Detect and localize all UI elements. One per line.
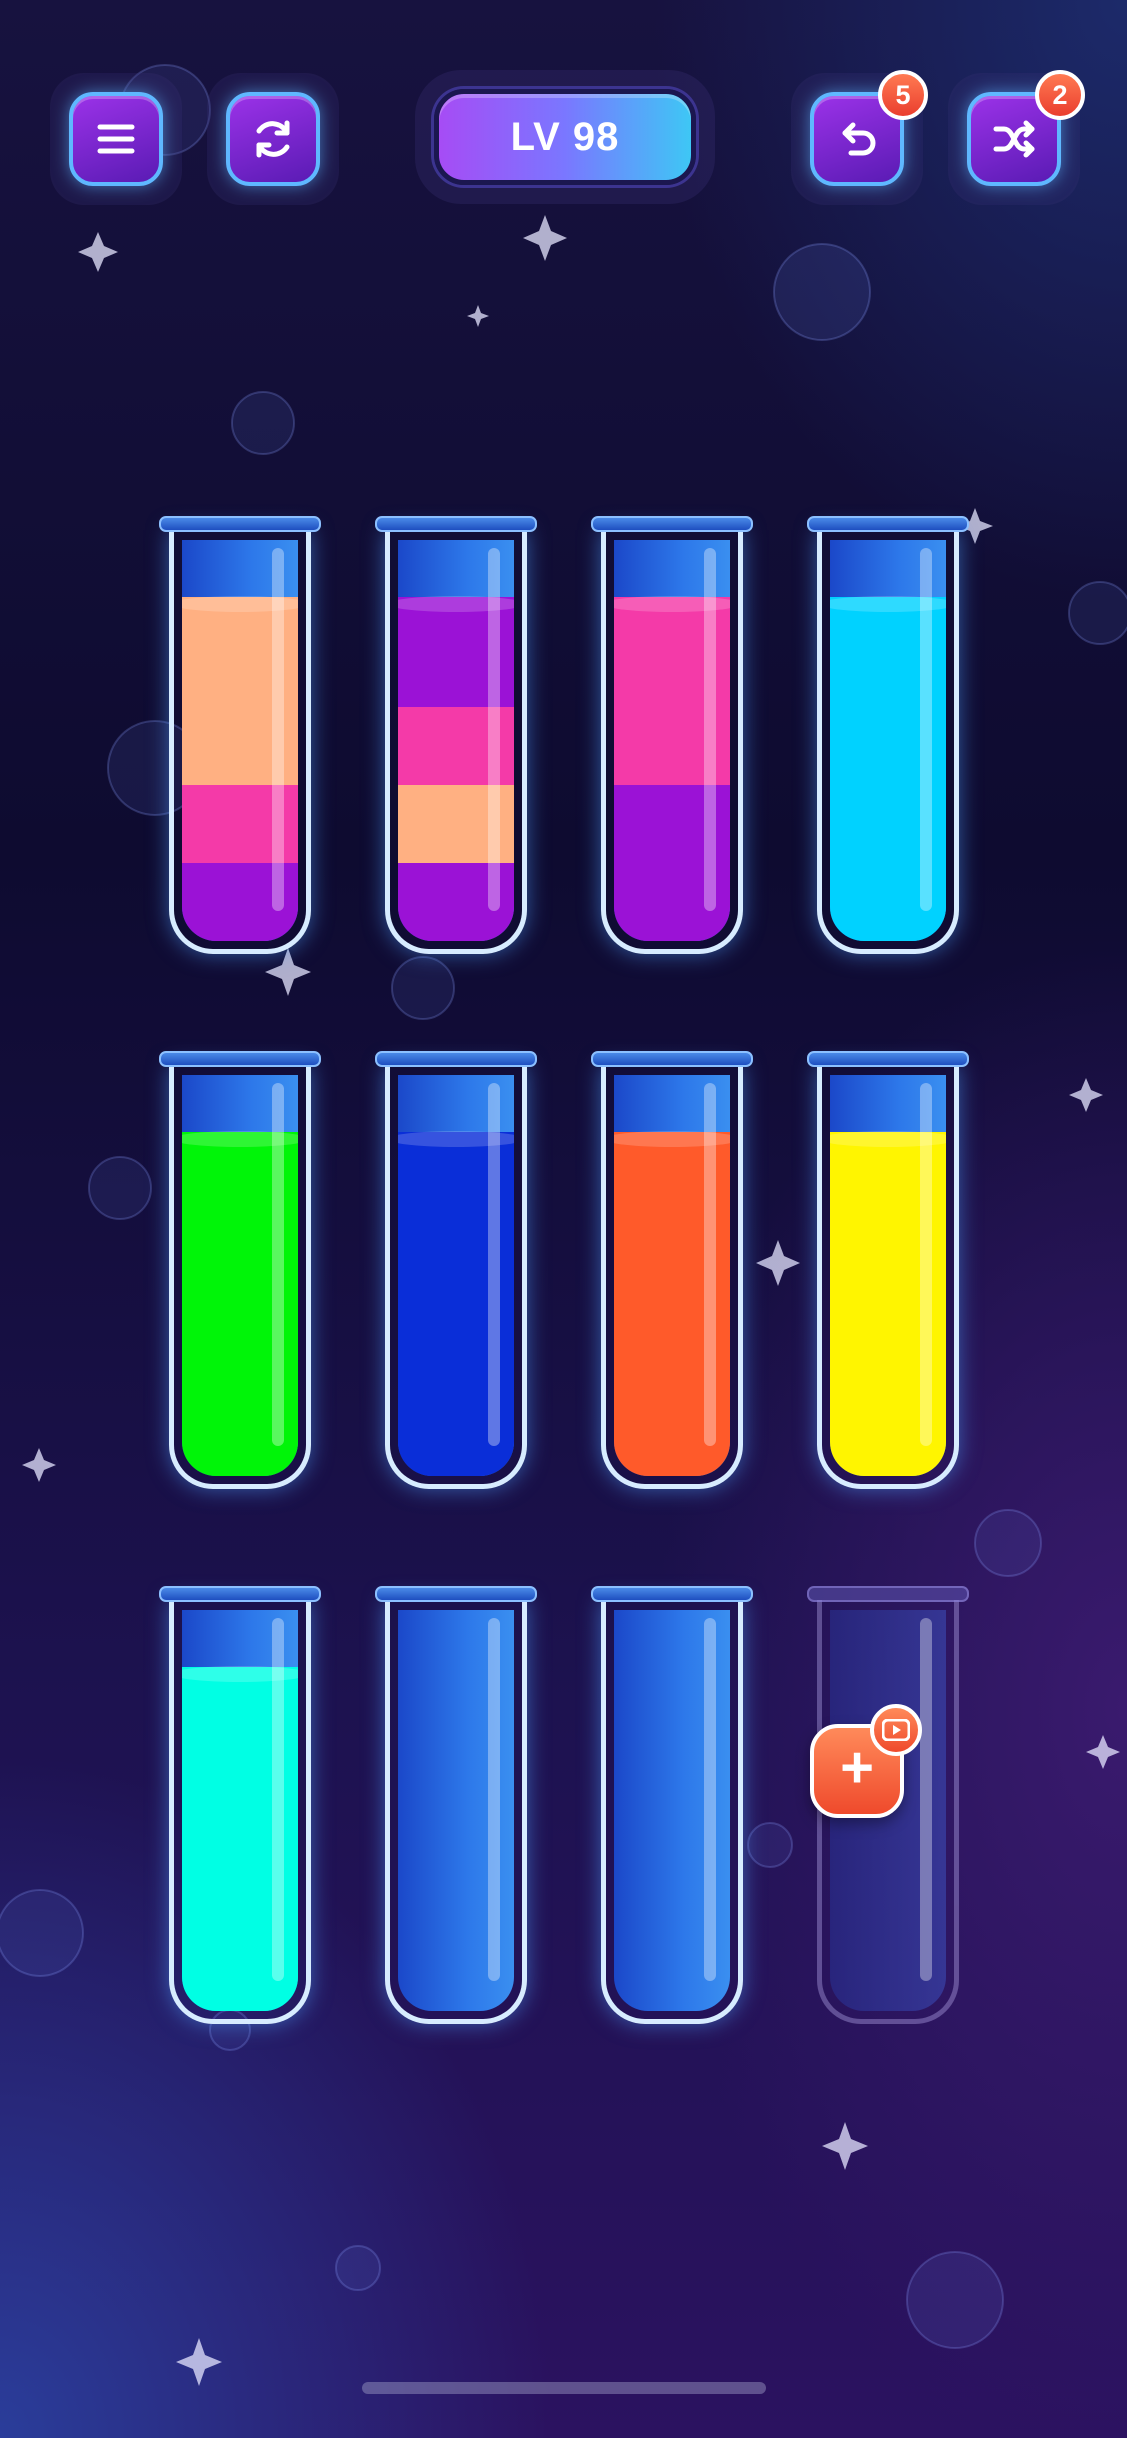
restart-icon: [256, 120, 290, 158]
tube-rim: [591, 1586, 753, 1602]
tube-rim: [375, 1586, 537, 1602]
glass-shine: [920, 1618, 932, 1981]
undo-icon: [842, 122, 876, 156]
tube-glass: [601, 1065, 743, 1489]
shuffle-button-frame: 2: [948, 70, 1085, 205]
restart-button[interactable]: [226, 92, 320, 186]
menu-button[interactable]: [69, 92, 163, 186]
tube-rim: [375, 516, 537, 532]
tube-rim: [807, 1051, 969, 1067]
shuffle-icon: [993, 120, 1035, 158]
undo-button[interactable]: 5: [810, 70, 928, 186]
tube-glass: [169, 530, 311, 954]
glass-shine: [920, 548, 932, 911]
tube-glass: [817, 1065, 959, 1489]
glass-shine: [920, 1083, 932, 1446]
glass-shine: [488, 1083, 500, 1446]
tube-rim: [375, 1051, 537, 1067]
home-indicator[interactable]: [362, 2382, 766, 2394]
tube-10[interactable]: [375, 1586, 537, 2026]
tube-1[interactable]: [159, 516, 321, 956]
glass-shine: [272, 1083, 284, 1446]
tube-glass: [169, 1065, 311, 1489]
glass-shine: [488, 1618, 500, 1981]
tube-6[interactable]: [375, 1051, 537, 1491]
tube-rim: [591, 516, 753, 532]
tube-5[interactable]: [159, 1051, 321, 1491]
glass-shine: [704, 1083, 716, 1446]
tube-3[interactable]: [591, 516, 753, 956]
glass-shine: [272, 1618, 284, 1981]
plus-icon: +: [840, 1735, 874, 1800]
tube-rim: [159, 516, 321, 532]
menu-button-frame: [50, 73, 182, 205]
restart-button-frame: [207, 73, 339, 205]
tube-2[interactable]: [375, 516, 537, 956]
tube-glass: [601, 530, 743, 954]
tube-rim: [807, 1586, 969, 1602]
shuffle-count-badge: 2: [1035, 70, 1085, 120]
level-indicator: LV 98: [434, 89, 696, 185]
video-ad-icon: [870, 1704, 922, 1756]
undo-count-badge: 5: [878, 70, 928, 120]
shuffle-button[interactable]: 2: [967, 70, 1085, 186]
tube-glass: [385, 530, 527, 954]
glass-shine: [272, 548, 284, 911]
tube-rim: [807, 516, 969, 532]
tube-rim: [159, 1051, 321, 1067]
add-tube-button[interactable]: +: [810, 1704, 922, 1818]
tube-glass: [601, 1600, 743, 2024]
tube-9[interactable]: [159, 1586, 321, 2026]
tube-7[interactable]: [591, 1051, 753, 1491]
tube-glass: [169, 1600, 311, 2024]
game-screen: LV 98 5 2 +: [0, 0, 1127, 2438]
tube-11[interactable]: [591, 1586, 753, 2026]
tube-glass: [385, 1065, 527, 1489]
tube-glass: [817, 530, 959, 954]
tube-glass: [385, 1600, 527, 2024]
level-indicator-frame: LV 98: [415, 70, 715, 204]
glass-shine: [704, 1618, 716, 1981]
tube-4[interactable]: [807, 516, 969, 956]
glass-shine: [488, 548, 500, 911]
menu-icon: [97, 124, 135, 154]
tube-rim: [591, 1051, 753, 1067]
tube-8[interactable]: [807, 1051, 969, 1491]
tube-rim: [159, 1586, 321, 1602]
undo-button-frame: 5: [791, 70, 928, 205]
glass-shine: [704, 548, 716, 911]
